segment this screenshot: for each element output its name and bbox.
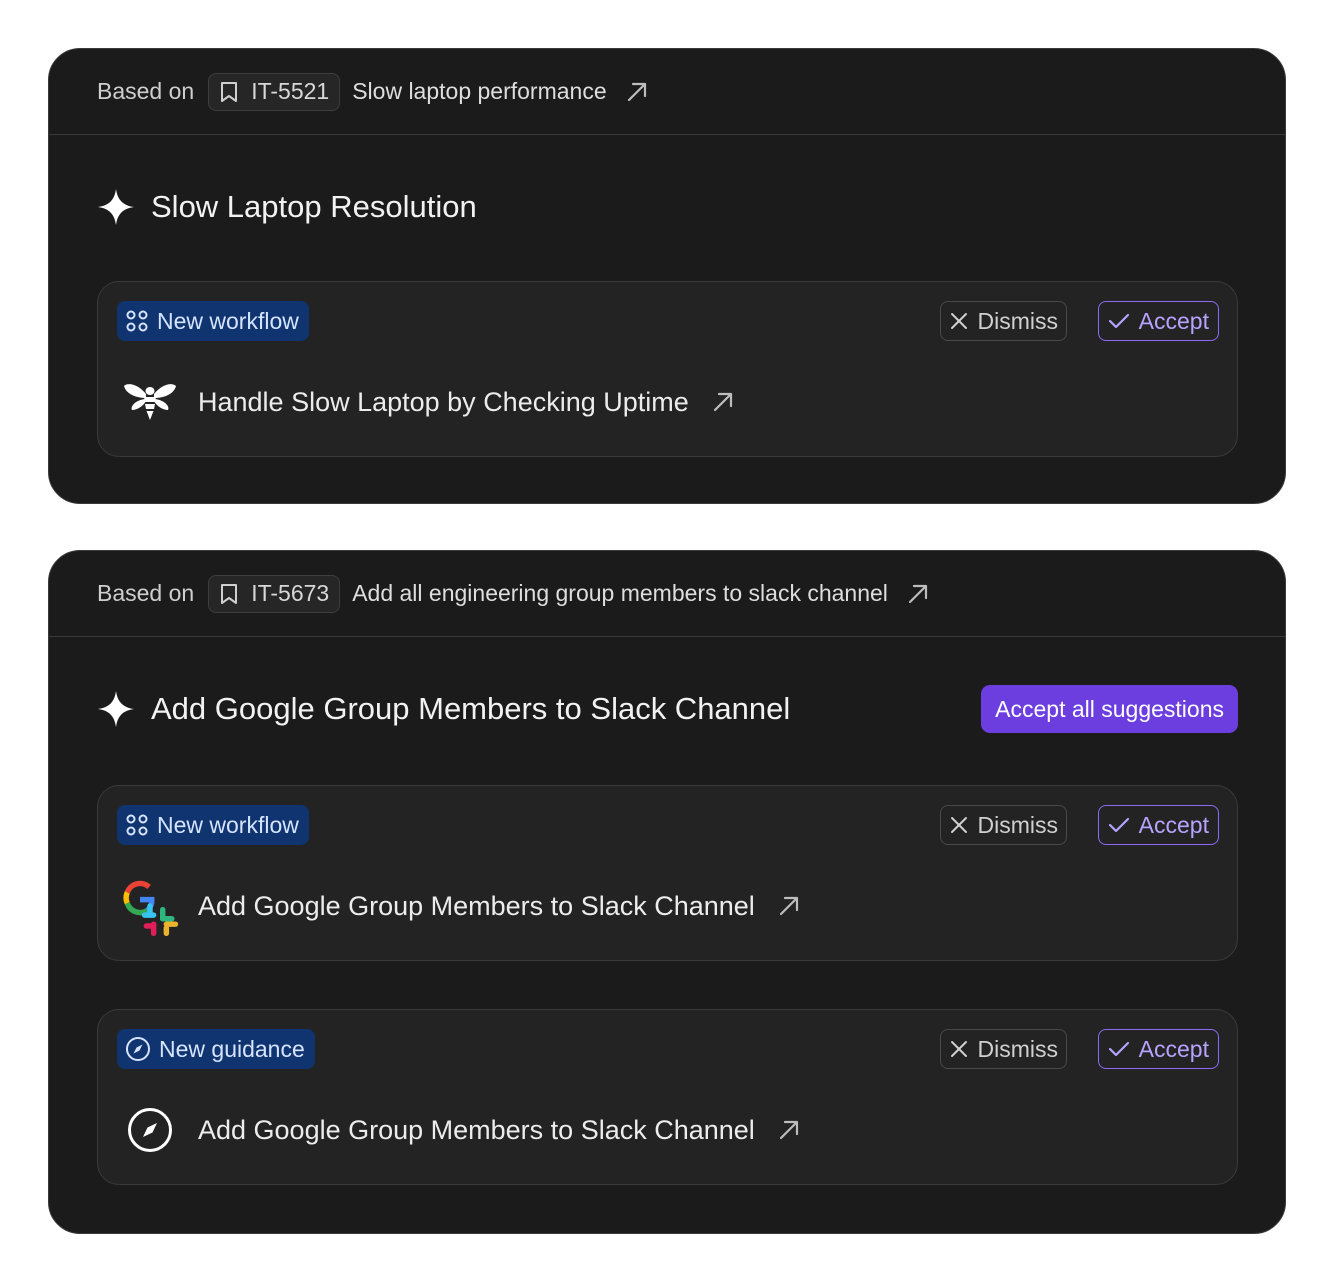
based-on-row: Based on IT-5673 Add all engineering gro… [49,551,1285,637]
ticket-chip[interactable]: IT-5521 [208,72,341,111]
type-badge: New guidance [117,1029,315,1069]
bookmark-icon [221,81,238,102]
dismiss-button[interactable]: Dismiss [939,301,1067,341]
type-badge-label: New workflow [157,307,299,334]
suggestion-item: New workflow Dismiss Accept [97,785,1238,961]
suggestion-title: Add Google Group Members to Slack Channe… [198,1114,755,1145]
close-icon [950,817,967,833]
card-title-row: Add Google Group Members to Slack Channe… [49,681,1285,737]
ticket-id: IT-5521 [251,78,330,104]
ticket-chip[interactable]: IT-5673 [208,574,341,613]
google-slack-icon [120,876,180,936]
dismiss-button[interactable]: Dismiss [939,805,1067,845]
based-on-label: Based on [97,580,195,606]
compass-icon [120,1100,180,1160]
type-badge: New workflow [117,301,309,341]
suggestion-item: New guidance Dismiss Accept Add Google G… [97,1009,1238,1185]
check-icon [1108,1041,1129,1057]
ticket-title[interactable]: Add all engineering group members to sla… [352,580,888,607]
suggestion-title: Add Google Group Members to Slack Channe… [198,890,755,921]
dismiss-label: Dismiss [977,1035,1059,1062]
external-link-icon[interactable] [625,80,649,104]
accept-button[interactable]: Accept [1097,805,1219,845]
suggestion-link-row[interactable]: Handle Slow Laptop by Checking Uptime [120,372,735,432]
accept-label: Accept [1138,1035,1209,1062]
bookmark-icon [221,583,238,604]
sparkle-icon [98,691,134,727]
close-icon [950,313,967,329]
check-icon [1108,817,1129,833]
dismiss-label: Dismiss [977,811,1059,838]
accept-label: Accept [1138,811,1209,838]
dismiss-button[interactable]: Dismiss [939,1029,1067,1069]
suggestion-title: Handle Slow Laptop by Checking Uptime [198,386,689,417]
accept-all-button[interactable]: Accept all suggestions [981,685,1238,733]
suggestion-item: New workflow Dismiss Accept [97,281,1238,457]
suggestion-link-row[interactable]: Add Google Group Members to Slack Channe… [120,876,801,936]
ticket-id: IT-5673 [251,580,330,606]
workflow-icon [126,310,148,332]
external-link-icon[interactable] [777,894,801,918]
external-link-icon[interactable] [711,390,735,414]
based-on-label: Based on [97,78,195,104]
accept-button[interactable]: Accept [1097,1029,1219,1069]
external-link-icon[interactable] [777,1118,801,1142]
accept-label: Accept [1138,307,1209,334]
type-badge-label: New guidance [159,1035,305,1062]
ticket-title[interactable]: Slow laptop performance [352,78,606,105]
card-title: Slow Laptop Resolution [151,189,477,224]
bee-logo-icon [120,372,180,432]
accept-button[interactable]: Accept [1097,301,1219,341]
card-title-row: Slow Laptop Resolution [49,179,1285,235]
close-icon [950,1041,967,1057]
based-on-row: Based on IT-5521 Slow laptop performance [49,49,1285,135]
suggestion-card: Based on IT-5521 Slow laptop performance… [48,48,1286,504]
check-icon [1108,313,1129,329]
compass-icon [126,1037,150,1061]
type-badge: New workflow [117,805,309,845]
dismiss-label: Dismiss [977,307,1059,334]
card-title: Add Google Group Members to Slack Channe… [151,691,791,726]
external-link-icon[interactable] [906,582,930,606]
sparkle-icon [98,189,134,225]
type-badge-label: New workflow [157,811,299,838]
suggestion-card: Based on IT-5673 Add all engineering gro… [48,550,1286,1234]
workflow-icon [126,814,148,836]
suggestion-link-row[interactable]: Add Google Group Members to Slack Channe… [120,1100,801,1160]
